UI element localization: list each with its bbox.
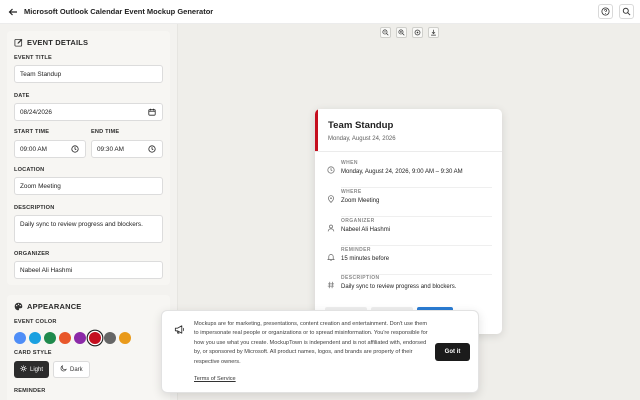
description-textarea[interactable]: Daily sync to review progress and blocke… [14,215,163,243]
megaphone-icon [174,322,185,334]
event-title-input[interactable]: Team Standup [14,65,163,83]
description-label: DESCRIPTION [14,205,55,211]
reminder-row: REMINDER 15 minutes before [325,246,492,275]
event-color-label: EVENT COLOR [14,319,57,325]
event-preview-date: Monday, August 24, 2026 [328,136,396,142]
organizer-input[interactable]: Nabeel Ali Hashmi [14,261,163,279]
reminder-label: REMINDER [14,388,46,394]
date-value: 08/24/2026 [20,108,52,116]
divider [315,151,502,152]
end-time-value: 09:30 AM [97,145,125,153]
hash-icon [327,276,335,289]
person-icon [327,219,335,232]
dark-style-label: Dark [70,366,83,373]
disclaimer-text: Mockups are for marketing, presentations… [194,321,428,365]
event-preview-title: Team Standup [328,120,394,131]
app-title: Microsoft Outlook Calendar Event Mockup … [24,7,214,16]
bell-icon [327,248,335,261]
back-arrow-icon[interactable] [5,4,21,20]
start-time-value: 09:00 AM [20,145,48,153]
zoom-out-icon[interactable] [379,27,391,38]
event-details-card: EVENT DETAILS EVENT TITLE Team Standup D… [7,31,170,285]
light-style-button[interactable]: Light [14,361,50,378]
reminder-value: 15 minutes before [341,256,390,262]
date-input[interactable]: 08/24/2026 [14,103,163,121]
location-label: LOCATION [14,167,45,173]
edit-icon [14,38,23,47]
end-time-label: END TIME [91,129,120,135]
dark-style-button[interactable]: Dark [53,361,90,378]
color-swatch-selected[interactable] [89,332,101,344]
organizer-row: ORGANIZER Nabeel Ali Hashmi [325,217,492,246]
end-time-input[interactable]: 09:30 AM [91,140,163,158]
where-value: Zoom Meeting [341,198,380,204]
when-row: WHEN Monday, August 24, 2026, 9:00 AM – … [325,159,492,188]
got-it-button[interactable]: Got it [435,343,470,361]
color-swatch[interactable] [29,332,41,344]
where-row: WHERE Zoom Meeting [325,188,492,217]
location-input[interactable]: Zoom Meeting [14,177,163,195]
description-row: DESCRIPTION Daily sync to review progres… [325,274,492,303]
location-pin-icon [327,190,335,204]
color-swatch[interactable] [14,332,26,344]
description-label: DESCRIPTION [341,275,380,281]
when-value: Monday, August 24, 2026, 9:00 AM – 9:30 … [341,169,463,175]
date-label: DATE [14,93,30,99]
start-time-label: START TIME [14,129,50,135]
zoom-in-icon[interactable] [395,27,407,38]
organizer-label: ORGANIZER [14,251,50,257]
event-title-label: EVENT TITLE [14,55,52,61]
color-swatch[interactable] [59,332,71,344]
event-details-heading: EVENT DETAILS [27,37,89,47]
clock-icon[interactable] [71,145,80,154]
description-value: Daily sync to review progress and blocke… [341,284,457,290]
color-swatch[interactable] [119,332,131,344]
organizer-value: Nabeel Ali Hashmi [341,227,391,233]
zoom-toolbar [178,27,640,38]
clock-icon [327,161,335,174]
color-swatch[interactable] [44,332,56,344]
reminder-label: REMINDER [341,247,371,253]
color-swatches [14,332,131,344]
appearance-heading: APPEARANCE [27,301,82,311]
download-icon[interactable] [427,27,439,38]
disclaimer-banner: Mockups are for marketing, presentations… [161,310,479,393]
event-color-accent [315,109,318,151]
start-time-input[interactable]: 09:00 AM [14,140,86,158]
color-swatch[interactable] [74,332,86,344]
terms-of-service-link[interactable]: Terms of Service [194,376,236,382]
event-preview-card: Team Standup Monday, August 24, 2026 WHE… [315,109,502,334]
fit-view-icon[interactable] [411,27,423,38]
card-style-label: CARD STYLE [14,350,52,356]
sun-icon [20,365,27,374]
appearance-card: APPEARANCE EVENT COLOR CARD STYLE Light [7,295,170,400]
help-icon[interactable] [598,4,613,19]
search-icon[interactable] [619,4,634,19]
light-style-label: Light [30,366,44,373]
calendar-icon[interactable] [148,108,157,117]
organizer-label: ORGANIZER [341,218,375,224]
moon-icon [60,365,67,374]
clock-icon[interactable] [148,145,157,154]
top-bar: Microsoft Outlook Calendar Event Mockup … [0,0,640,24]
settings-panel: EVENT DETAILS EVENT TITLE Team Standup D… [0,24,178,400]
when-label: WHEN [341,160,358,166]
color-swatch[interactable] [104,332,116,344]
palette-icon [14,302,23,311]
where-label: WHERE [341,189,362,195]
